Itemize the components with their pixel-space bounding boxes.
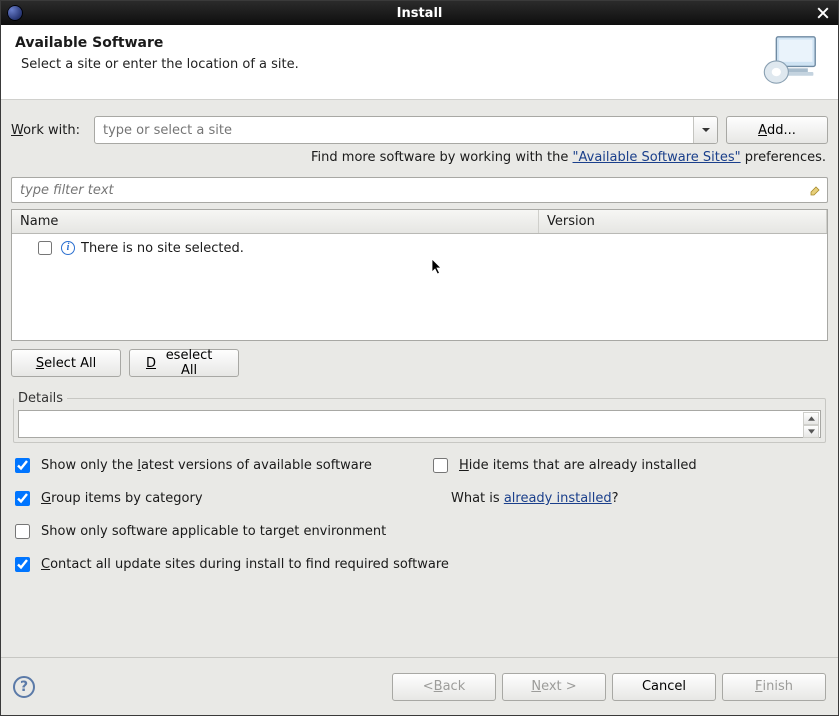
available-sites-link[interactable]: "Available Software Sites" — [573, 150, 741, 165]
install-software-icon — [762, 35, 824, 85]
title-bar: Install — [1, 1, 838, 25]
show-latest-input[interactable] — [15, 458, 30, 473]
select-all-button[interactable]: Select All — [11, 349, 121, 377]
next-button[interactable]: Next > — [502, 673, 606, 701]
details-legend: Details — [14, 391, 67, 406]
help-icon: ? — [20, 679, 28, 695]
eraser-icon — [808, 184, 820, 196]
column-name[interactable]: Name — [12, 210, 539, 233]
header-subtitle: Select a site or enter the location of a… — [21, 57, 752, 72]
filter-input[interactable] — [12, 179, 805, 202]
target-env-checkbox[interactable]: Show only software applicable to target … — [11, 521, 828, 542]
window-title: Install — [1, 6, 838, 21]
work-with-input[interactable] — [95, 119, 693, 142]
hide-installed-checkbox[interactable]: Hide items that are already installed — [429, 455, 828, 476]
contact-update-sites-input[interactable] — [15, 557, 30, 572]
install-dialog: Install Available Software Select a site… — [0, 0, 839, 716]
group-by-category-input[interactable] — [15, 491, 30, 506]
header-title: Available Software — [15, 35, 752, 51]
group-by-category-checkbox[interactable]: Group items by category — [11, 488, 421, 509]
add-button[interactable]: Add... — [726, 116, 828, 144]
chevron-down-icon — [701, 125, 711, 135]
work-with-label: Work with: — [11, 123, 86, 138]
deselect-all-button[interactable]: Deselect All — [129, 349, 239, 377]
options-grid: Show only the latest versions of availab… — [11, 455, 828, 575]
details-group: Details — [13, 391, 826, 443]
hide-installed-input[interactable] — [433, 458, 448, 473]
back-button[interactable]: < Back — [392, 673, 496, 701]
table-body: i There is no site selected. — [12, 234, 827, 340]
wizard-header: Available Software Select a site or ente… — [1, 25, 838, 100]
filter-field[interactable] — [11, 177, 828, 203]
clear-filter-button[interactable] — [805, 181, 823, 199]
work-with-dropdown-button[interactable] — [693, 117, 717, 143]
selection-buttons: Select All Deselect All — [11, 349, 828, 377]
triangle-down-icon — [808, 429, 815, 434]
already-installed-link[interactable]: already installed — [504, 491, 612, 506]
column-version[interactable]: Version — [539, 210, 827, 233]
details-spinner[interactable] — [803, 412, 819, 438]
spin-up[interactable] — [803, 412, 819, 425]
software-table: Name Version i There is no site selected… — [11, 209, 828, 341]
contact-update-sites-checkbox[interactable]: Contact all update sites during install … — [11, 554, 828, 575]
table-row[interactable]: i There is no site selected. — [12, 234, 827, 262]
row-checkbox[interactable] — [38, 241, 52, 255]
work-with-combo[interactable] — [94, 116, 718, 144]
help-button[interactable]: ? — [13, 676, 35, 698]
finish-button[interactable]: Finish — [722, 673, 826, 701]
already-installed-question: What is already installed? — [429, 491, 828, 506]
info-icon: i — [61, 241, 75, 255]
spin-down[interactable] — [803, 425, 819, 438]
footer: ? < Back Next > Cancel Finish — [1, 657, 838, 715]
triangle-up-icon — [808, 416, 815, 421]
row-text: There is no site selected. — [81, 241, 244, 256]
show-latest-checkbox[interactable]: Show only the latest versions of availab… — [11, 455, 421, 476]
help-line: Find more software by working with the "… — [11, 144, 828, 177]
work-with-row: Work with: Add... — [11, 116, 828, 144]
details-text[interactable] — [18, 410, 821, 438]
target-env-input[interactable] — [15, 524, 30, 539]
cancel-button[interactable]: Cancel — [612, 673, 716, 701]
table-header: Name Version — [12, 210, 827, 234]
